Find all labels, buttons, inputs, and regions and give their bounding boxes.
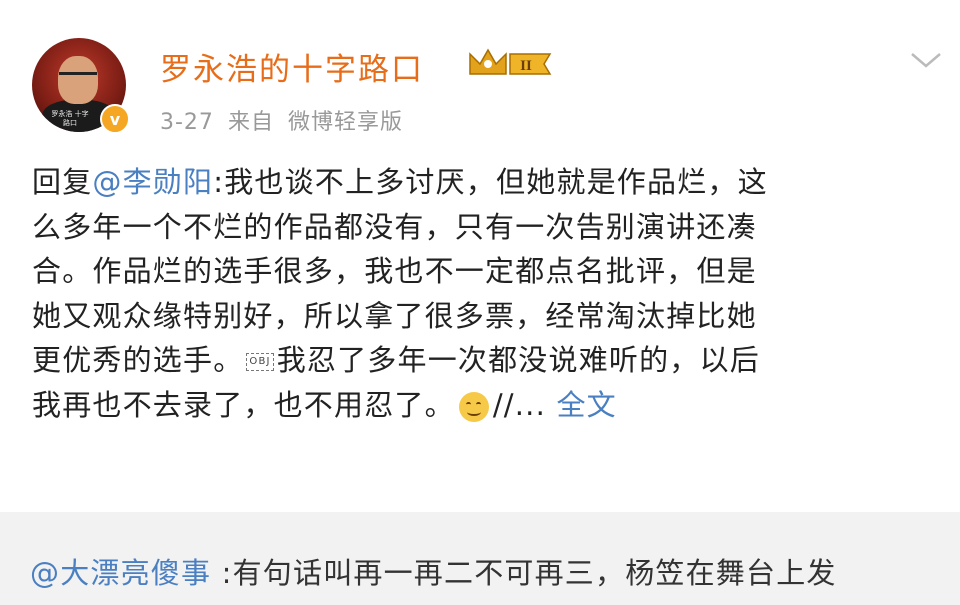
- author-name[interactable]: 罗永浩的十字路口: [160, 44, 424, 89]
- post-meta: 3-27 来自 微博轻享版: [160, 104, 417, 136]
- repost-box[interactable]: @大漂亮傻事 :有句话叫再一再二不可再三，杨笠在舞台上发: [0, 512, 960, 605]
- smile-emoji-icon: [458, 391, 489, 422]
- source-prefix: 来自: [227, 110, 274, 135]
- repost-mention-link[interactable]: @大漂亮傻事: [30, 556, 211, 590]
- repost-chain-marker: //...: [492, 387, 547, 422]
- source-client[interactable]: 微博轻享版: [288, 110, 403, 135]
- post-line-5-rest: 我忍了多年一次都没说难听的，以后: [276, 343, 760, 377]
- crown-level-icon: II: [469, 48, 552, 75]
- post-line-4: 她又观众缘特别好，所以拿了很多票，经常淘汰掉比她: [32, 298, 757, 333]
- reply-prefix: 回复: [32, 165, 93, 199]
- level-badge-text: II: [520, 58, 532, 74]
- post-line-6: 我再也不去录了，也不用忍了。: [32, 387, 455, 422]
- post-header: 罗永浩 十字路口 v 罗永浩的十字路口 II 3-27 来自 微博轻享版: [0, 0, 960, 150]
- post-line-3: 合。作品烂的选手很多，我也不一定都点名批评，但是: [32, 254, 757, 288]
- post-line-2: 么多年一个不烂的作品都没有，只有一次告别演讲还凑: [32, 209, 757, 244]
- mention-link[interactable]: @李勋阳: [92, 165, 213, 199]
- post-date: 3-27: [160, 110, 214, 135]
- verified-badge-icon: v: [100, 104, 130, 134]
- post-body: 回复@李勋阳:我也谈不上多讨厌，但她就是作品烂，这 么多年一个不烂的作品都没有，…: [32, 160, 932, 427]
- obj-placeholder-icon: OBJ: [246, 353, 274, 371]
- full-text-link[interactable]: 全文: [556, 388, 616, 422]
- chevron-down-icon[interactable]: [908, 48, 944, 72]
- post-line-1: :我也谈不上多讨厌，但她就是作品烂，这: [213, 165, 768, 199]
- avatar-caption: 罗永浩 十字路口: [51, 110, 89, 127]
- post-line-5: 更优秀的选手。: [32, 343, 244, 377]
- repost-content: :有句话叫再一再二不可再三，杨笠在舞台上发: [211, 556, 837, 590]
- repost-text: @大漂亮傻事 :有句话叫再一再二不可再三，杨笠在舞台上发: [30, 550, 837, 592]
